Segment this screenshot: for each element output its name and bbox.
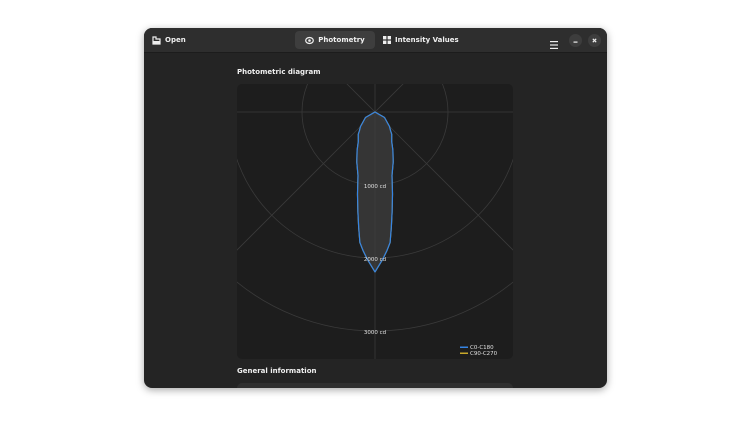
diagram-title: Photometric diagram [237,68,321,76]
legend-swatch [460,352,468,354]
hamburger-icon[interactable] [550,35,559,49]
open-label: Open [165,36,186,44]
header-bar: Open Photometry Intensity Values [144,28,607,53]
radial-tick-label: 1000 cd [364,184,386,190]
close-icon[interactable] [588,34,601,47]
open-button[interactable]: Open [146,31,192,49]
grid-icon [383,36,391,44]
general-info-title: General information [237,367,317,375]
series-curve-c0-c180 [356,111,394,273]
general-info-card [237,383,513,388]
tab-label: Photometry [318,36,365,44]
radial-tick-label: 3000 cd [364,330,386,336]
legend-label: C90-C270 [470,351,498,357]
open-document-icon [152,35,161,45]
tab-intensity-values[interactable]: Intensity Values [377,31,465,49]
app-window: Open Photometry Intensity Values Photome… [144,28,607,388]
legend-swatch [460,346,468,348]
eye-icon [305,36,315,44]
tab-label: Intensity Values [395,36,459,44]
radial-tick-label: 2000 cd [364,257,386,263]
tab-photometry[interactable]: Photometry [295,31,375,49]
photometric-diagram: 1000 cd 2000 cd 3000 cd C0-C180 C90-C270 [237,84,513,359]
polar-chart: 1000 cd2000 cd3000 cdC0-C180C90-C270 [237,84,513,359]
minimize-icon[interactable] [569,34,582,47]
